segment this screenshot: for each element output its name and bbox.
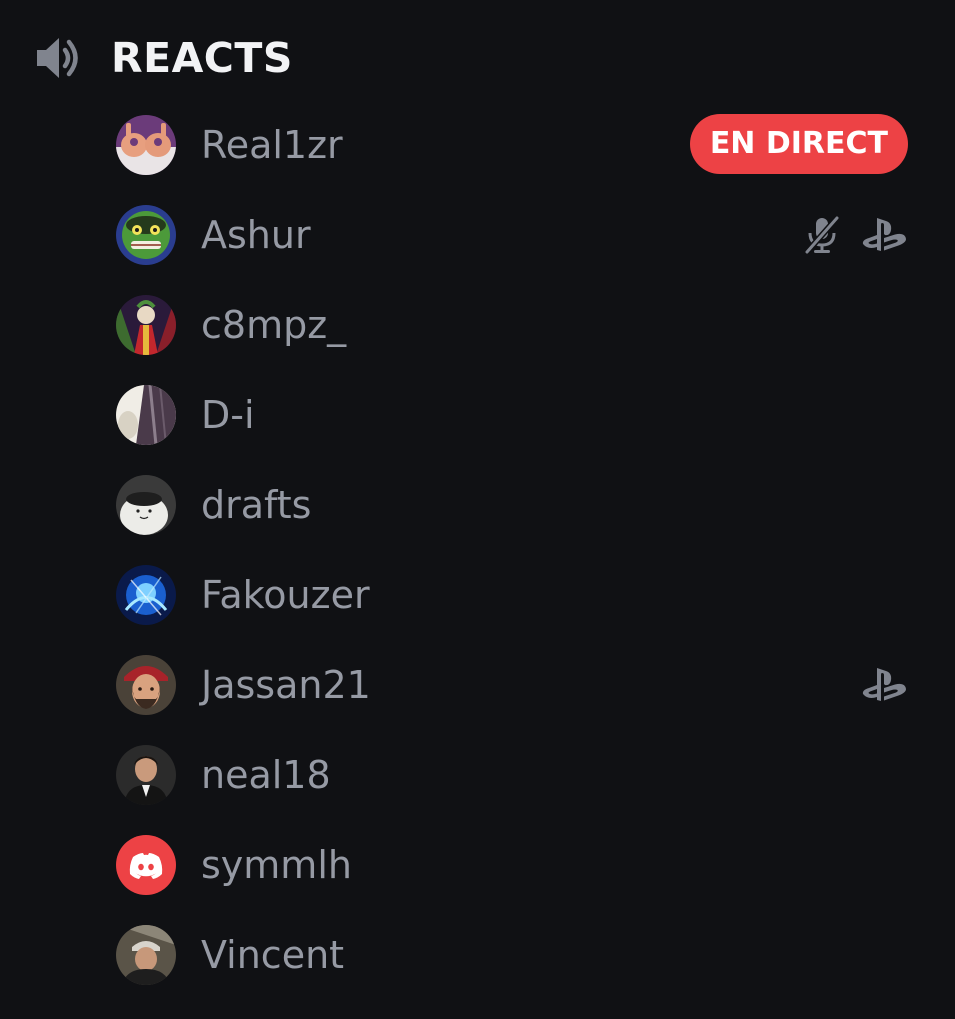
avatar <box>116 925 176 985</box>
member-name: neal18 <box>201 753 331 797</box>
member-row-ashur[interactable]: Ashur <box>0 190 955 280</box>
member-status-icons <box>802 215 908 255</box>
member-row-real1zr[interactable]: Real1zr EN DIRECT <box>0 100 955 190</box>
channel-name: REACTS <box>111 34 293 82</box>
avatar <box>116 205 176 265</box>
member-row-c8mpz[interactable]: c8mpz_ <box>0 280 955 370</box>
avatar <box>116 835 176 895</box>
live-badge[interactable]: EN DIRECT <box>689 114 908 174</box>
playstation-icon <box>860 215 908 255</box>
discord-logo-icon <box>129 853 163 879</box>
member-row-d-i[interactable]: D-i <box>0 370 955 460</box>
playstation-icon <box>860 665 908 705</box>
member-name: Fakouzer <box>201 573 370 617</box>
voice-member-list: Real1zr EN DIRECT Ashur c8mpz_ D-i draft… <box>0 100 955 1000</box>
avatar <box>116 565 176 625</box>
member-row-neal18[interactable]: neal18 <box>0 730 955 820</box>
member-name: Jassan21 <box>201 663 371 707</box>
speaker-icon <box>34 33 84 83</box>
member-status-icons <box>860 665 908 705</box>
member-name: drafts <box>201 483 312 527</box>
avatar <box>116 745 176 805</box>
member-name: c8mpz_ <box>201 303 347 347</box>
avatar <box>116 295 176 355</box>
avatar <box>116 655 176 715</box>
member-name: Ashur <box>201 213 311 257</box>
member-row-symmlh[interactable]: symmlh <box>0 820 955 910</box>
avatar <box>116 475 176 535</box>
member-row-vincent[interactable]: Vincent <box>0 910 955 1000</box>
avatar <box>116 115 176 175</box>
member-row-drafts[interactable]: drafts <box>0 460 955 550</box>
member-name: symmlh <box>201 843 352 887</box>
voice-channel: REACTS Real1zr EN DIRECT Ashur c8mpz_ D-… <box>0 0 955 1019</box>
member-row-fakouzer[interactable]: Fakouzer <box>0 550 955 640</box>
member-name: Real1zr <box>201 123 343 167</box>
avatar <box>116 385 176 445</box>
voice-channel-header[interactable]: REACTS <box>34 28 293 88</box>
member-name: Vincent <box>201 933 345 977</box>
member-name: D-i <box>201 393 255 437</box>
mic-muted-icon <box>802 215 842 255</box>
member-row-jassan21[interactable]: Jassan21 <box>0 640 955 730</box>
